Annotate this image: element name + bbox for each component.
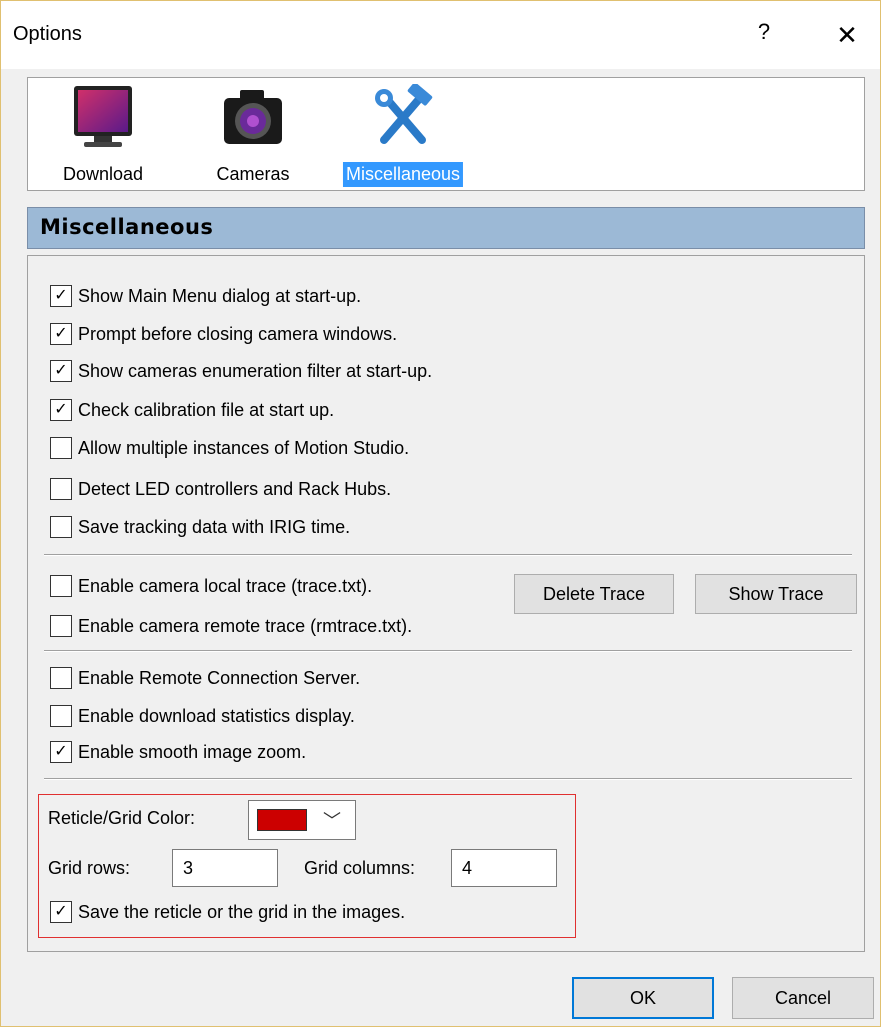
checkbox[interactable] — [50, 516, 72, 538]
grid-rows-input[interactable]: 3 — [172, 849, 278, 887]
option-show-main-menu[interactable]: ✓ Show Main Menu dialog at start-up. — [50, 282, 361, 310]
section-title: Miscellaneous — [40, 215, 214, 239]
close-button[interactable]: ✕ — [827, 17, 867, 53]
option-remote-server[interactable]: Enable Remote Connection Server. — [50, 664, 360, 692]
checkbox[interactable] — [50, 615, 72, 637]
checkbox[interactable]: ✓ — [50, 901, 72, 923]
option-smooth-zoom[interactable]: ✓ Enable smooth image zoom. — [50, 738, 306, 766]
show-trace-button[interactable]: Show Trace — [695, 574, 857, 614]
reticle-color-picker[interactable]: ﹀ — [248, 800, 356, 840]
delete-trace-button[interactable]: Delete Trace — [514, 574, 674, 614]
option-label: Prompt before closing camera windows. — [78, 323, 398, 344]
option-check-calibration[interactable]: ✓ Check calibration file at start up. — [50, 396, 334, 424]
checkbox[interactable]: ✓ — [50, 360, 72, 382]
option-label: Show Main Menu dialog at start-up. — [78, 285, 362, 306]
cancel-button[interactable]: Cancel — [732, 977, 874, 1019]
checkbox[interactable]: ✓ — [50, 741, 72, 763]
checkbox[interactable]: ✓ — [50, 285, 72, 307]
category-label: Miscellaneous — [342, 162, 464, 187]
checkbox[interactable]: ✓ — [50, 399, 72, 421]
option-enumeration-filter[interactable]: ✓ Show cameras enumeration filter at sta… — [50, 357, 432, 385]
chevron-down-icon: ﹀ — [323, 811, 341, 831]
checkbox[interactable] — [50, 705, 72, 727]
options-panel: ✓ Show Main Menu dialog at start-up. ✓ P… — [27, 255, 865, 952]
option-irig-time[interactable]: Save tracking data with IRIG time. — [50, 513, 350, 541]
option-detect-led[interactable]: Detect LED controllers and Rack Hubs. — [50, 475, 391, 503]
options-dialog: Options ? ✕ Download Cameras Miscellaneo… — [0, 0, 881, 1027]
color-swatch — [257, 809, 307, 831]
checkbox[interactable] — [50, 575, 72, 597]
category-cameras[interactable]: Cameras — [216, 84, 290, 184]
separator — [44, 554, 852, 556]
checkbox[interactable]: ✓ — [50, 323, 72, 345]
option-label: Enable smooth image zoom. — [78, 741, 307, 762]
category-label: Download — [62, 164, 144, 184]
option-label: Enable camera local trace (trace.txt). — [78, 575, 373, 596]
option-download-stats[interactable]: Enable download statistics display. — [50, 702, 355, 730]
option-label: Enable download statistics display. — [78, 705, 355, 726]
category-label: Cameras — [216, 164, 290, 184]
grid-rows-label: Grid rows: — [48, 858, 131, 878]
option-local-trace[interactable]: Enable camera local trace (trace.txt). — [50, 572, 372, 600]
title-bar: Options ? ✕ — [1, 1, 880, 69]
checkbox[interactable] — [50, 667, 72, 689]
help-button[interactable]: ? — [749, 19, 779, 45]
tools-icon — [375, 82, 433, 144]
option-save-reticle[interactable]: ✓ Save the reticle or the grid in the im… — [50, 898, 405, 926]
separator — [44, 778, 852, 780]
camera-icon — [224, 90, 282, 144]
option-label: Show cameras enumeration filter at start… — [78, 360, 433, 381]
option-prompt-closing[interactable]: ✓ Prompt before closing camera windows. — [50, 320, 397, 348]
option-label: Save tracking data with IRIG time. — [78, 516, 351, 537]
option-label: Save the reticle or the grid in the imag… — [78, 901, 406, 922]
option-label: Detect LED controllers and Rack Hubs. — [78, 478, 392, 499]
grid-columns-input[interactable]: 4 — [451, 849, 557, 887]
category-miscellaneous[interactable]: Miscellaneous — [342, 82, 464, 187]
ok-button[interactable]: OK — [572, 977, 714, 1019]
option-multiple-instances[interactable]: Allow multiple instances of Motion Studi… — [50, 434, 409, 462]
category-toolbar: Download Cameras Miscellaneous — [27, 77, 865, 191]
option-remote-trace[interactable]: Enable camera remote trace (rmtrace.txt)… — [50, 612, 412, 640]
grid-columns-label: Grid columns: — [304, 858, 416, 878]
category-download[interactable]: Download — [63, 84, 143, 184]
reticle-color-label: Reticle/Grid Color: — [48, 808, 196, 828]
option-label: Check calibration file at start up. — [78, 399, 335, 420]
separator — [44, 650, 852, 652]
checkbox[interactable] — [50, 478, 72, 500]
window-title: Options — [13, 23, 82, 45]
option-label: Allow multiple instances of Motion Studi… — [78, 437, 410, 458]
option-label: Enable Remote Connection Server. — [78, 667, 361, 688]
monitor-icon — [74, 86, 132, 147]
option-label: Enable camera remote trace (rmtrace.txt)… — [78, 615, 413, 636]
section-header: Miscellaneous — [27, 207, 865, 249]
checkbox[interactable] — [50, 437, 72, 459]
